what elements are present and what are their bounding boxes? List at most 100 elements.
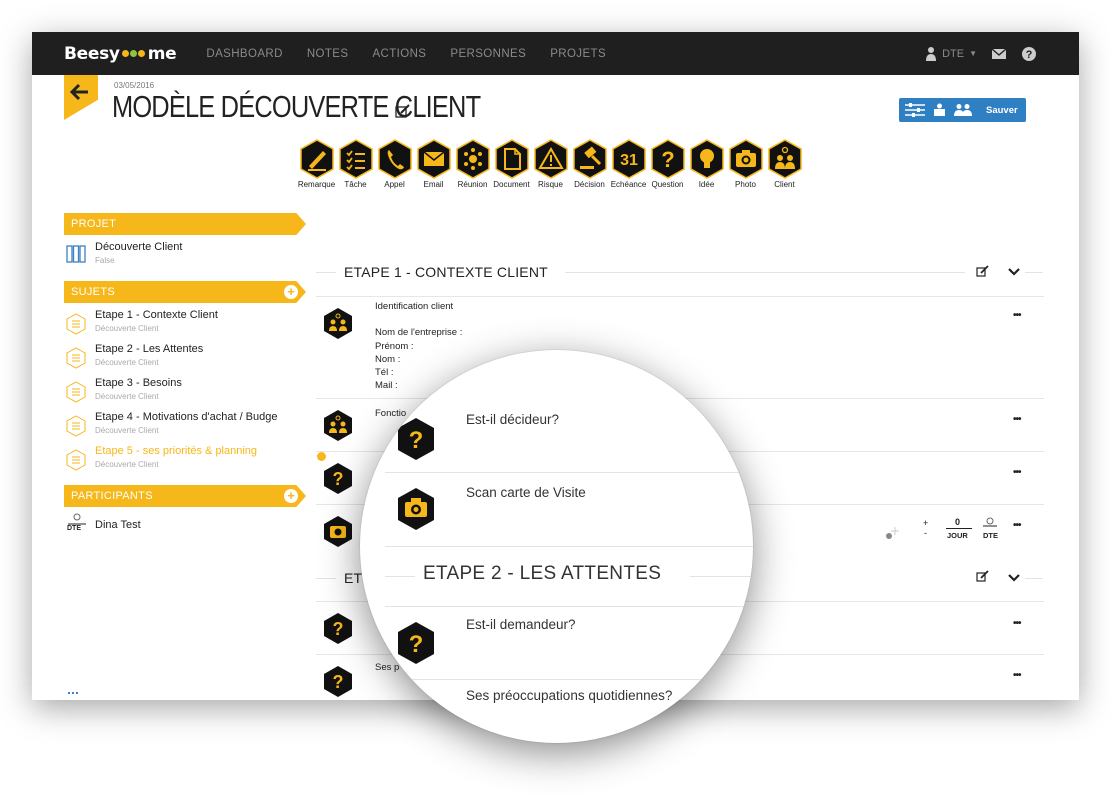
question-icon: ? xyxy=(650,139,685,179)
sujet-title: Etape 3 - Besoins xyxy=(95,377,182,389)
nav-dashboard[interactable]: DASHBOARD xyxy=(206,48,282,60)
projet-header: PROJET xyxy=(64,213,306,235)
topic-icon xyxy=(66,347,86,369)
reunion-label: Réunion xyxy=(457,180,488,189)
camera-icon xyxy=(398,488,434,530)
chevron-down-icon[interactable] xyxy=(1007,573,1021,583)
add-tache-button[interactable]: Tâche xyxy=(336,139,375,189)
meeting-icon xyxy=(455,139,490,179)
risque-label: Risque xyxy=(538,180,563,189)
edit-section-icon[interactable] xyxy=(976,265,990,277)
lightbulb-icon xyxy=(689,139,724,179)
gavel-icon xyxy=(572,139,607,179)
sujet-sub: Découverte Client xyxy=(95,460,159,469)
more-menu-icon[interactable]: ••• xyxy=(1013,520,1021,531)
duration-minus[interactable]: - xyxy=(924,528,927,538)
nav-personnes[interactable]: PERSONNES xyxy=(450,48,526,60)
sujet-sub: Découverte Client xyxy=(95,358,159,367)
add-risque-button[interactable]: Risque xyxy=(531,139,570,189)
user-menu[interactable]: DTE ▼ xyxy=(925,46,977,62)
svg-text:?: ? xyxy=(333,619,344,639)
add-appel-button[interactable]: Appel xyxy=(375,139,414,189)
etape2-line-left xyxy=(316,578,336,579)
more-menu-icon[interactable]: ••• xyxy=(1013,414,1021,425)
sujet-title: Etape 2 - Les Attentes xyxy=(95,343,204,355)
projet-item[interactable]: Découverte Client False xyxy=(64,241,304,275)
duration-unit: JOUR xyxy=(947,531,968,540)
add-document-button[interactable]: Document xyxy=(492,139,531,189)
etape1-line-left xyxy=(316,272,336,273)
add-echeance-button[interactable]: 31 Echéance xyxy=(609,139,648,189)
active-dot xyxy=(317,452,326,461)
more-menu-icon[interactable]: ••• xyxy=(1013,310,1021,321)
logo[interactable]: Beesy me xyxy=(64,43,177,64)
question-icon: ? xyxy=(398,418,434,460)
sujets-header: SUJETS xyxy=(64,281,306,303)
add-participant-button[interactable]: + xyxy=(284,489,298,503)
sujet-title: Etape 5 - ses priorités & planning xyxy=(95,445,258,457)
mail-icon[interactable] xyxy=(991,46,1007,62)
edit-title-icon[interactable] xyxy=(395,104,411,118)
photo-label: Photo xyxy=(735,180,756,189)
more-menu-icon[interactable]: ••• xyxy=(1013,618,1021,629)
sujet-item-active[interactable]: Etape 5 - ses priorités & planning Décou… xyxy=(64,445,326,479)
question-decideur[interactable]: Est-il décideur? xyxy=(466,412,559,427)
user-icon xyxy=(926,46,937,61)
row-line xyxy=(375,313,462,326)
top-navbar: Beesy me DASHBOARD NOTES ACTIONS PERSONN… xyxy=(32,32,1079,75)
add-remarque-button[interactable]: Remarque xyxy=(297,139,336,189)
sujet-item[interactable]: Etape 1 - Contexte Client Découverte Cli… xyxy=(64,309,304,343)
duration-plus[interactable]: + xyxy=(923,518,928,528)
question-demandeur[interactable]: Est-il demandeur? xyxy=(466,617,576,632)
add-email-button[interactable]: Email xyxy=(414,139,453,189)
row-line: Nom : xyxy=(375,353,401,365)
row-identification[interactable]: Identification client Nom de l'entrepris… xyxy=(375,300,462,393)
svg-text:?: ? xyxy=(1026,49,1033,61)
question-icon: ? xyxy=(324,613,352,644)
nav-right: DTE ▼ ? xyxy=(925,32,1037,75)
phone-icon xyxy=(377,139,412,179)
add-decision-button[interactable]: Décision xyxy=(570,139,609,189)
sujet-item[interactable]: Etape 2 - Les Attentes Découverte Client xyxy=(64,343,304,377)
scan-carte-visite[interactable]: Scan carte de Visite xyxy=(466,485,586,500)
duration-line xyxy=(946,528,972,529)
question-preoccupations[interactable]: Ses préoccupations quotidiennes? xyxy=(466,688,672,703)
pen-icon xyxy=(299,139,334,179)
topic-icon xyxy=(66,313,86,335)
more-menu-icon[interactable]: ••• xyxy=(1013,670,1021,681)
add-sujet-button[interactable]: + xyxy=(284,285,298,299)
more-menu-icon[interactable]: ••• xyxy=(1013,467,1021,478)
camera-icon xyxy=(324,516,352,547)
etape2-title: ETAPE 2 - LES ATTENTES xyxy=(423,563,662,584)
chevron-down-icon[interactable] xyxy=(1007,267,1021,277)
add-question-button[interactable]: ? Question xyxy=(648,139,687,189)
client-label: Client xyxy=(774,180,795,189)
participant-item[interactable]: DTE Dina Test xyxy=(64,513,304,547)
duration-value: 0 xyxy=(955,517,961,527)
assign-icon[interactable] xyxy=(884,525,900,541)
edit-section-icon[interactable] xyxy=(976,570,990,582)
main-nav: DASHBOARD NOTES ACTIONS PERSONNES PROJET… xyxy=(206,48,630,60)
participants-icon[interactable] xyxy=(954,103,972,117)
attach-icon[interactable] xyxy=(933,103,946,117)
add-client-button[interactable]: Client xyxy=(765,139,804,189)
nav-projets[interactable]: PROJETS xyxy=(550,48,606,60)
svg-text:?: ? xyxy=(409,427,424,454)
row-line: Tél : xyxy=(375,367,394,379)
sujet-item[interactable]: Etape 3 - Besoins Découverte Client xyxy=(64,377,304,411)
add-reunion-button[interactable]: Réunion xyxy=(453,139,492,189)
save-button[interactable]: Sauver xyxy=(986,105,1018,116)
projet-title: Découverte Client xyxy=(95,241,183,253)
logo-text: Beesy xyxy=(64,43,120,64)
sujet-item[interactable]: Etape 4 - Motivations d'achat / Budge Dé… xyxy=(64,411,304,445)
nav-notes[interactable]: NOTES xyxy=(307,48,349,60)
help-icon[interactable]: ? xyxy=(1021,46,1037,62)
settings-sliders-icon[interactable] xyxy=(905,103,925,117)
add-photo-button[interactable]: Photo xyxy=(726,139,765,189)
nav-actions[interactable]: ACTIONS xyxy=(372,48,426,60)
client-icon xyxy=(324,410,352,441)
add-idee-button[interactable]: Idée xyxy=(687,139,726,189)
svg-text:?: ? xyxy=(661,147,674,172)
owner-initials[interactable]: DTE xyxy=(983,531,998,540)
svg-text:?: ? xyxy=(409,631,424,658)
